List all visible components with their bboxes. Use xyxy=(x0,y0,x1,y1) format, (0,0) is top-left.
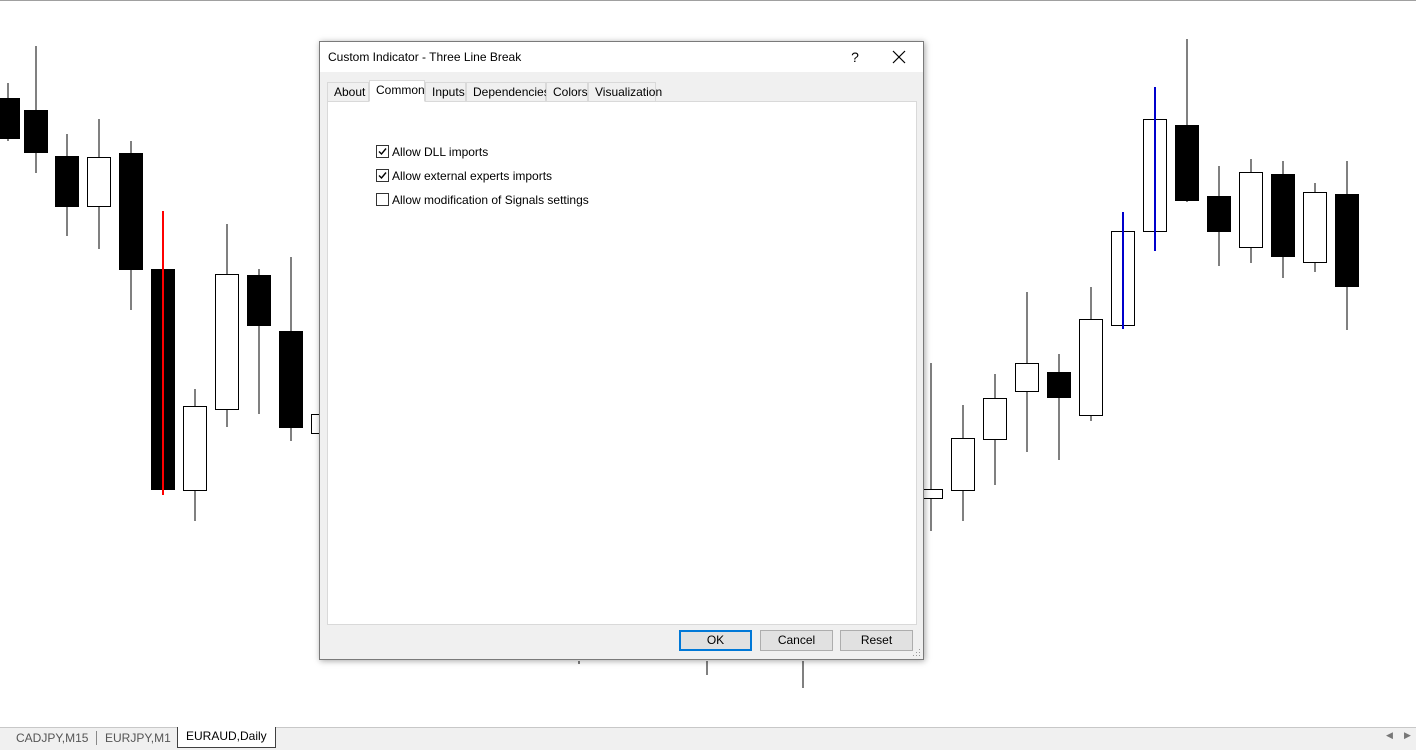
candle xyxy=(0,83,20,141)
candle xyxy=(1015,292,1039,452)
candle xyxy=(983,374,1007,485)
chart-tabs-bar: CADJPY,M15 EURJPY,M1 EURAUD,Daily ◀ ▶ xyxy=(0,727,1416,750)
checkmark-icon xyxy=(378,148,387,156)
chart-tab-eurjpy[interactable]: EURJPY,M1 xyxy=(97,731,180,745)
allow-signals-modification-label[interactable]: Allow modification of Signals settings xyxy=(392,193,589,207)
allow-dll-imports-checkbox[interactable] xyxy=(376,145,389,158)
candle xyxy=(1079,287,1103,421)
allow-external-experts-label[interactable]: Allow external experts imports xyxy=(392,169,552,183)
tab-colors[interactable]: Colors xyxy=(546,82,588,101)
candle xyxy=(1111,212,1135,329)
checkmark-icon xyxy=(378,172,387,180)
resize-grip-icon[interactable] xyxy=(913,649,921,657)
candle-body xyxy=(951,438,975,491)
candle xyxy=(1335,161,1359,330)
candle-body xyxy=(1015,363,1039,392)
candle-body xyxy=(247,275,271,326)
candle xyxy=(1271,161,1295,278)
candle xyxy=(119,141,143,310)
candle xyxy=(1175,39,1199,202)
scroll-left-icon[interactable]: ◀ xyxy=(1386,730,1393,741)
candle-body xyxy=(1207,196,1231,232)
candle xyxy=(87,119,111,249)
candle-body xyxy=(183,406,207,491)
candle xyxy=(1239,159,1263,263)
close-button[interactable] xyxy=(882,44,916,70)
candle-body xyxy=(1239,172,1263,248)
candle xyxy=(151,211,175,495)
candle-body xyxy=(983,398,1007,440)
reset-button[interactable]: Reset xyxy=(840,630,913,651)
candle xyxy=(1047,354,1071,460)
cancel-button[interactable]: Cancel xyxy=(760,630,833,651)
dialog-title: Custom Indicator - Three Line Break xyxy=(328,50,522,64)
candle xyxy=(1143,87,1167,251)
candle-body xyxy=(1271,174,1295,257)
candle-body xyxy=(1335,194,1359,287)
candle-body xyxy=(1079,319,1103,416)
candle xyxy=(215,224,239,427)
candle-body xyxy=(87,157,111,207)
candle-body xyxy=(24,110,48,153)
candle-body xyxy=(55,156,79,207)
candle xyxy=(279,257,303,441)
candle xyxy=(1207,166,1231,266)
dialog-titlebar[interactable]: Custom Indicator - Three Line Break ? xyxy=(320,42,923,72)
candle-body xyxy=(1303,192,1327,263)
candle xyxy=(951,405,975,521)
candle-body xyxy=(119,153,143,270)
candle-body xyxy=(215,274,239,410)
tab-inputs[interactable]: Inputs xyxy=(425,82,466,101)
tab-dependencies[interactable]: Dependencies xyxy=(466,82,550,101)
tab-about[interactable]: About xyxy=(327,82,369,101)
custom-indicator-dialog: Custom Indicator - Three Line Break ? Ab… xyxy=(319,41,924,660)
tab-common[interactable]: Common xyxy=(369,80,425,102)
allow-signals-modification-checkbox[interactable] xyxy=(376,193,389,206)
ok-button[interactable]: OK xyxy=(679,630,752,651)
tab-visualization[interactable]: Visualization xyxy=(588,82,662,101)
scroll-right-icon[interactable]: ▶ xyxy=(1404,730,1411,741)
candle-body xyxy=(0,98,20,139)
candle xyxy=(1303,183,1327,272)
candle xyxy=(183,389,207,521)
allow-external-experts-checkbox[interactable] xyxy=(376,169,389,182)
common-tab-panel: Allow DLL imports Allow external experts… xyxy=(327,101,917,625)
candle-body xyxy=(1047,372,1071,398)
allow-dll-imports-label[interactable]: Allow DLL imports xyxy=(392,145,488,159)
candle-body xyxy=(1175,125,1199,201)
candle xyxy=(247,269,271,414)
chart-tab-cadjpy[interactable]: CADJPY,M15 xyxy=(8,731,98,745)
candle xyxy=(55,134,79,236)
candle-body xyxy=(279,331,303,428)
chart-tab-euraud[interactable]: EURAUD,Daily xyxy=(177,727,276,748)
close-icon xyxy=(892,50,906,64)
candle xyxy=(24,46,48,173)
help-button[interactable]: ? xyxy=(838,44,872,70)
